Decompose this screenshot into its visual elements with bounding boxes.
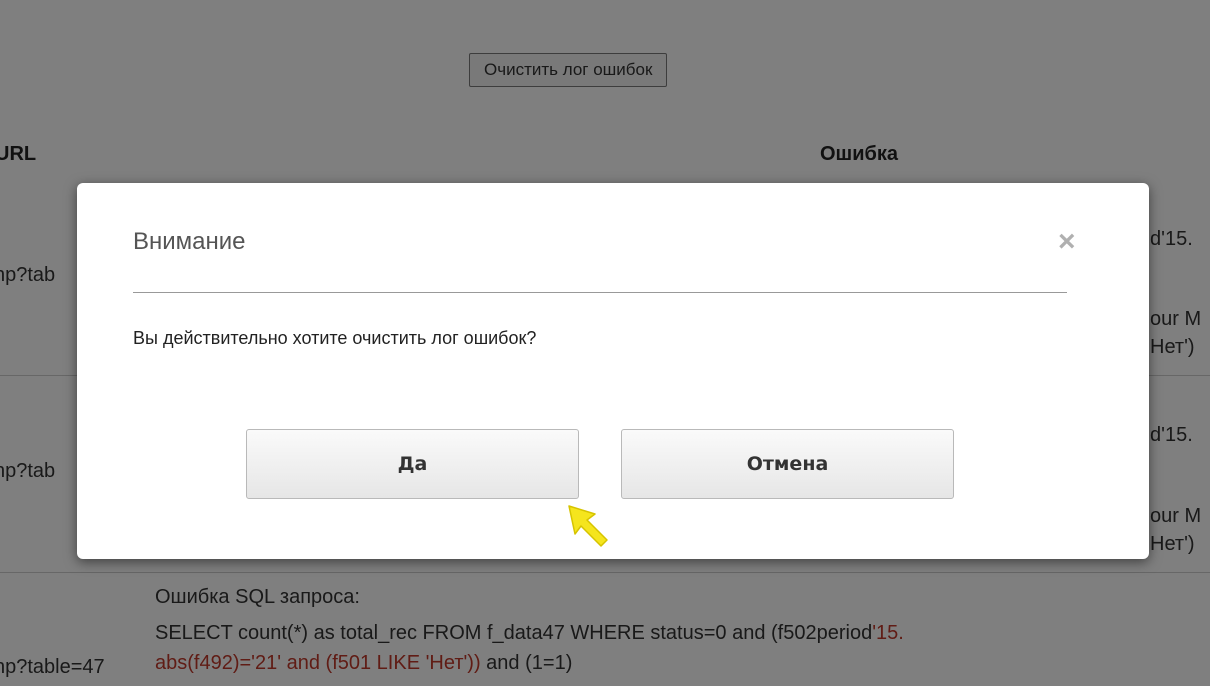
dialog-divider xyxy=(133,292,1067,293)
confirm-yes-button[interactable]: Да xyxy=(246,429,579,499)
dialog-title: Внимание xyxy=(133,228,246,255)
close-icon[interactable]: × xyxy=(1058,227,1076,257)
cancel-button[interactable]: Отмена xyxy=(621,429,954,499)
dialog-message: Вы действительно хотите очистить лог оши… xyxy=(133,328,537,348)
pointer-arrow-icon xyxy=(568,505,608,547)
